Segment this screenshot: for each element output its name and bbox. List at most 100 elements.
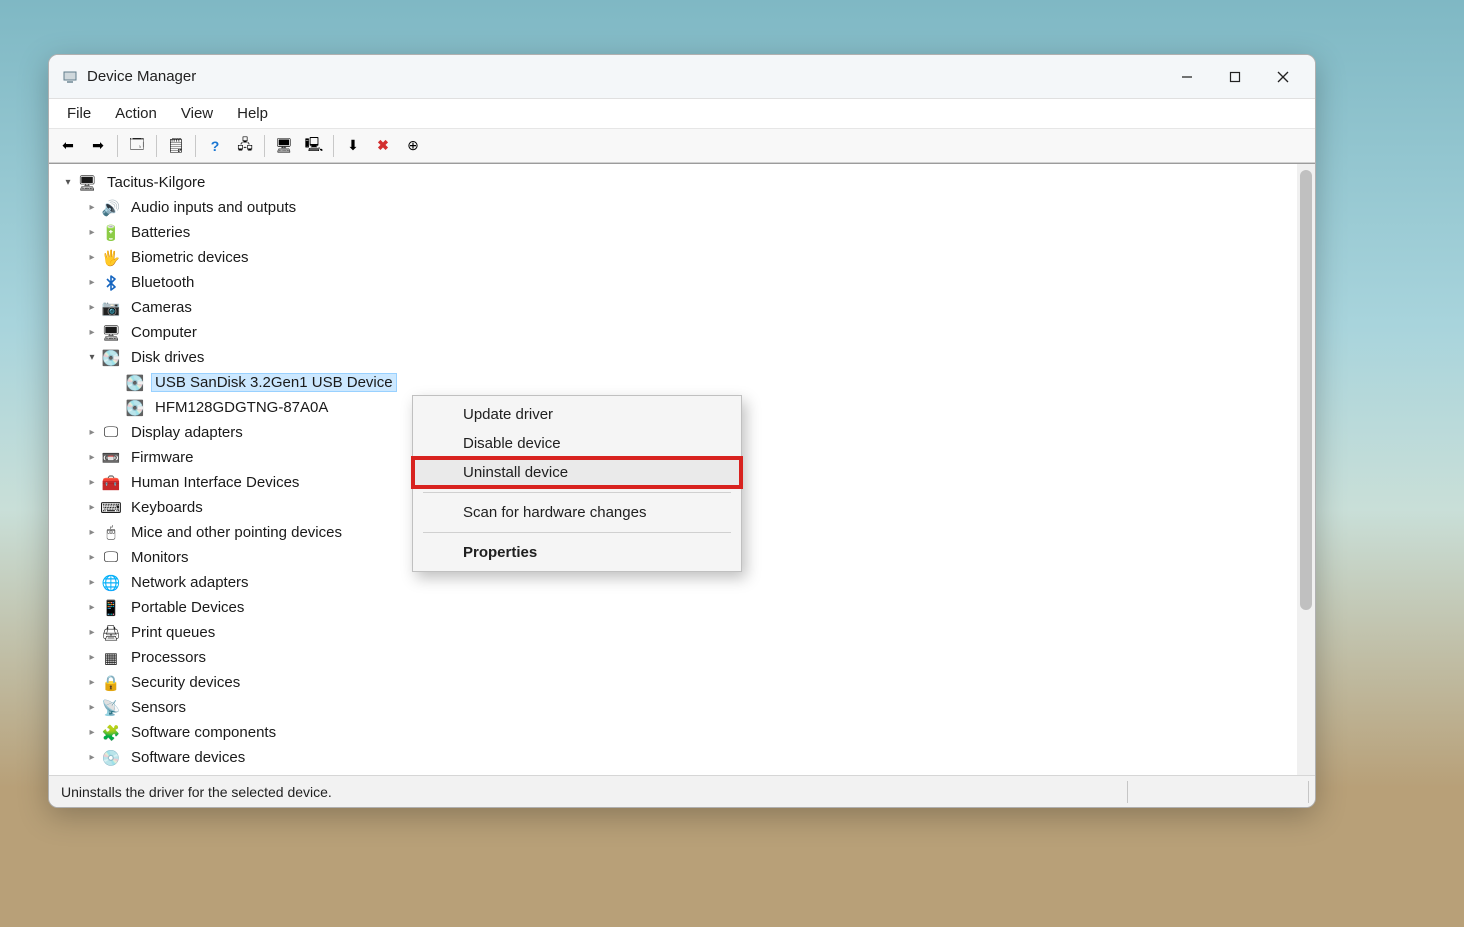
network-icon: 🌐: [101, 573, 121, 593]
tree-node-label: Sensors: [127, 698, 190, 717]
context-properties[interactable]: Properties: [413, 538, 741, 567]
firmware-icon: 📼: [101, 448, 121, 468]
chevron-icon[interactable]: [85, 227, 99, 238]
chevron-icon[interactable]: [85, 427, 99, 438]
tree-category[interactable]: Bluetooth: [57, 270, 1313, 295]
tree-node-label: Cameras: [127, 298, 196, 317]
tree-category[interactable]: 🔊 Audio inputs and outputs: [57, 195, 1313, 220]
chevron-icon[interactable]: [85, 302, 99, 313]
chevron-icon[interactable]: [85, 677, 99, 688]
toolbar-uninstall-button[interactable]: ✖: [369, 133, 397, 159]
chevron-icon[interactable]: [85, 627, 99, 638]
app-icon: [61, 68, 79, 86]
tree-category[interactable]: 🖥Computer: [57, 320, 1313, 345]
tree-category[interactable]: 🖐Biometric devices: [57, 245, 1313, 270]
speaker-icon: 🔊: [101, 198, 121, 218]
tree-category[interactable]: 🖨Print queues: [57, 620, 1313, 645]
tree-category[interactable]: 🌐Network adapters: [57, 570, 1313, 595]
context-menu: Update driver Disable device Uninstall d…: [412, 395, 742, 572]
menu-bar: File Action View Help: [49, 99, 1315, 129]
chevron-icon[interactable]: [85, 252, 99, 263]
tree-category[interactable]: 📡 Sensors: [57, 695, 1313, 720]
chevron-icon[interactable]: [85, 602, 99, 613]
mouse-icon: 🖱: [101, 523, 121, 543]
chevron-icon[interactable]: [85, 527, 99, 538]
tree-category[interactable]: 📷Cameras: [57, 295, 1313, 320]
tree-device[interactable]: 💽 USB SanDisk 3.2Gen1 USB Device: [57, 370, 1313, 395]
scrollbar-thumb[interactable]: [1300, 170, 1312, 610]
chevron-icon[interactable]: [85, 477, 99, 488]
toolbar-scan-hardware-button[interactable]: 🖥: [270, 133, 298, 159]
status-bar: Uninstalls the driver for the selected d…: [49, 775, 1315, 807]
chevron-icon[interactable]: [85, 577, 99, 588]
chevron-icon[interactable]: [61, 177, 75, 188]
tree-category[interactable]: 🧩Software components: [57, 720, 1313, 745]
add-device-icon: 🖳: [305, 134, 324, 158]
chevron-icon[interactable]: [85, 202, 99, 213]
tree-root[interactable]: 🖥 Tacitus-Kilgore: [57, 170, 1313, 195]
maximize-button[interactable]: [1211, 59, 1259, 95]
toolbar-back-button[interactable]: ⬅: [54, 133, 82, 159]
chevron-icon[interactable]: [85, 702, 99, 713]
chevron-icon[interactable]: [85, 277, 99, 288]
context-scan-hardware[interactable]: Scan for hardware changes: [413, 498, 741, 527]
tree-category[interactable]: 📱Portable Devices: [57, 595, 1313, 620]
disable-icon: ⬇: [347, 137, 359, 154]
tree-node-label: Processors: [127, 648, 210, 667]
chevron-icon[interactable]: [85, 752, 99, 763]
window-title: Device Manager: [87, 68, 196, 85]
tree-node-label: Keyboards: [127, 498, 207, 517]
tree-category[interactable]: ▦Processors: [57, 645, 1313, 670]
toolbar-add-legacy-button[interactable]: 🖳: [300, 133, 328, 159]
status-text: Uninstalls the driver for the selected d…: [55, 784, 338, 800]
chevron-icon[interactable]: [85, 652, 99, 663]
tree-node-label: Firmware: [127, 448, 198, 467]
chevron-icon[interactable]: [85, 452, 99, 463]
toolbar-enable-button[interactable]: ⊕: [399, 133, 427, 159]
tree-node-label: HFM128GDGTNG-87A0A: [151, 398, 332, 417]
tree-node-label: Portable Devices: [127, 598, 248, 617]
tree-node-label: Tacitus-Kilgore: [103, 173, 209, 192]
menu-help[interactable]: Help: [225, 101, 280, 126]
menu-action[interactable]: Action: [103, 101, 169, 126]
title-bar[interactable]: Device Manager: [49, 55, 1315, 99]
remove-icon: ✖: [377, 137, 389, 154]
minimize-button[interactable]: [1163, 59, 1211, 95]
tree-category[interactable]: 🔒Security devices: [57, 670, 1313, 695]
biometric-icon: 🖐: [101, 248, 121, 268]
context-uninstall-device[interactable]: Uninstall device: [413, 458, 741, 487]
toolbar-disable-button[interactable]: ⬇: [339, 133, 367, 159]
keyboard-icon: ⌨: [101, 498, 121, 518]
sensor-icon: 📡: [101, 698, 121, 718]
menu-file[interactable]: File: [55, 101, 103, 126]
tree-node-label: Audio inputs and outputs: [127, 198, 300, 217]
tree-node-label: Batteries: [127, 223, 194, 242]
chevron-icon[interactable]: [85, 352, 99, 363]
toolbar-forward-button[interactable]: ➡: [84, 133, 112, 159]
chevron-icon[interactable]: [85, 727, 99, 738]
toolbar-properties-button[interactable]: 🗒: [162, 133, 190, 159]
context-disable-device[interactable]: Disable device: [413, 429, 741, 458]
chevron-icon[interactable]: [85, 502, 99, 513]
tree-category[interactable]: 💽Disk drives: [57, 345, 1313, 370]
toolbar-update-driver-button[interactable]: 🖧: [231, 133, 259, 159]
tree-category[interactable]: 🔋Batteries: [57, 220, 1313, 245]
tree-node-label: Print queues: [127, 623, 219, 642]
tree-category[interactable]: 💿Software devices: [57, 745, 1313, 770]
tree-node-label: Mice and other pointing devices: [127, 523, 346, 542]
context-update-driver[interactable]: Update driver: [413, 400, 741, 429]
disk-icon: 💽: [125, 398, 145, 418]
toolbar-help-button[interactable]: ?: [201, 133, 229, 159]
tree-node-label: Monitors: [127, 548, 193, 567]
toolbar: ⬅ ➡ 🗔 🗒 ? 🖧 🖥 🖳 ⬇ ✖ ⊕: [49, 129, 1315, 163]
vertical-scrollbar[interactable]: [1297, 164, 1315, 775]
close-button[interactable]: [1259, 59, 1307, 95]
devmgr-icon: 🖥: [77, 173, 97, 193]
menu-view[interactable]: View: [169, 101, 225, 126]
chevron-icon[interactable]: [85, 327, 99, 338]
tree-node-label: Computer: [127, 323, 201, 342]
toolbar-show-hide-tree-button[interactable]: 🗔: [123, 133, 151, 159]
update-driver-icon: 🖧: [237, 134, 253, 158]
chevron-icon[interactable]: [85, 552, 99, 563]
hid-icon: 🧰: [101, 473, 121, 493]
